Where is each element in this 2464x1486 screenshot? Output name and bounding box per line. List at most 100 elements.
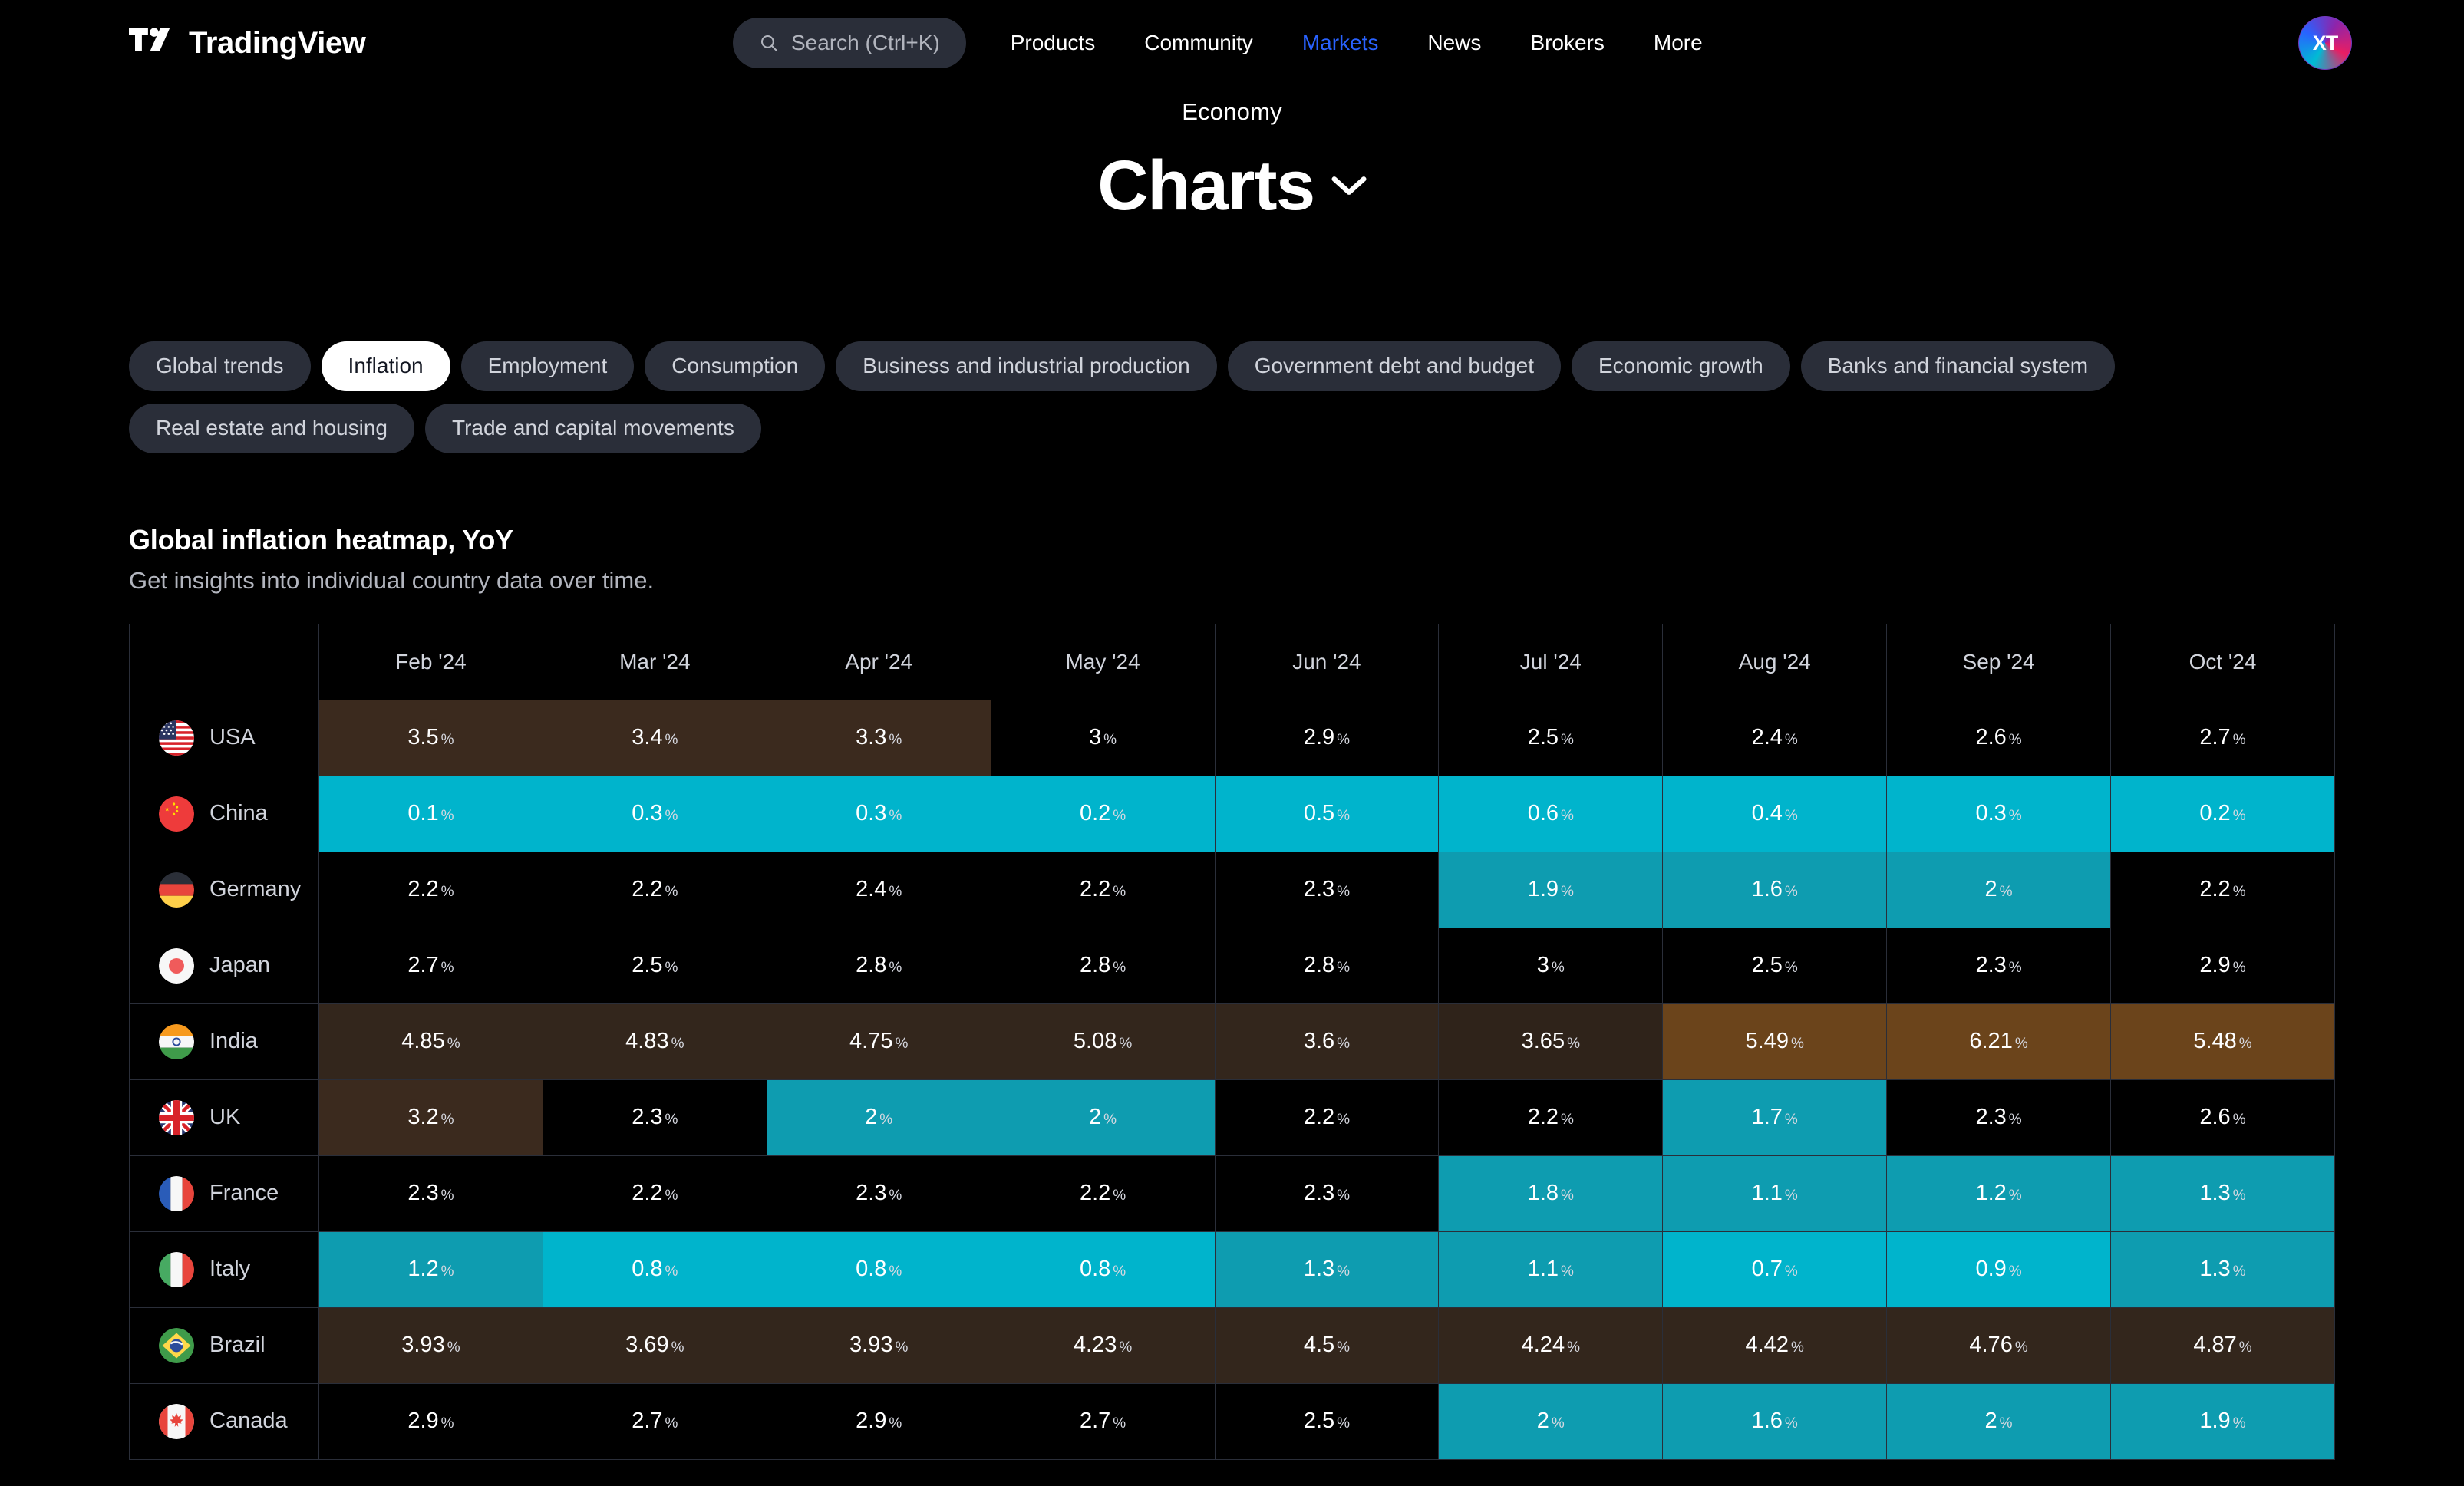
heatmap-cell[interactable]: 1.9% [2111,1383,2335,1459]
heatmap-cell[interactable]: 2.5% [1663,928,1887,1003]
heatmap-cell[interactable]: 3.6% [1215,1003,1439,1079]
heatmap-cell[interactable]: 0.1% [319,776,543,852]
heatmap-cell[interactable]: 2% [767,1079,991,1155]
page-title-dropdown[interactable]: Charts [1097,146,1366,226]
country-cell[interactable]: India [130,1003,319,1079]
heatmap-cell[interactable]: 1.3% [1215,1231,1439,1307]
heatmap-cell[interactable]: 0.2% [991,776,1215,852]
filter-pill-real-estate[interactable]: Real estate and housing [129,404,414,453]
heatmap-cell[interactable]: 2.5% [543,928,767,1003]
heatmap-cell[interactable]: 2.2% [991,1155,1215,1231]
heatmap-cell[interactable]: 1.8% [1439,1155,1663,1231]
nav-item-products[interactable]: Products [986,17,1120,69]
country-cell[interactable]: Germany [130,852,319,928]
filter-pill-trade-capital[interactable]: Trade and capital movements [425,404,761,453]
heatmap-cell[interactable]: 1.6% [1663,852,1887,928]
heatmap-cell[interactable]: 3.93% [319,1307,543,1383]
search-input[interactable]: Search (Ctrl+K) [733,18,966,68]
heatmap-cell[interactable]: 3.4% [543,700,767,776]
heatmap-cell[interactable]: 5.08% [991,1003,1215,1079]
heatmap-cell[interactable]: 0.7% [1663,1231,1887,1307]
heatmap-cell[interactable]: 2.8% [767,928,991,1003]
heatmap-cell[interactable]: 0.8% [991,1231,1215,1307]
tradingview-logo[interactable]: TradingView [129,26,365,61]
filter-pill-employment[interactable]: Employment [461,341,635,391]
heatmap-cell[interactable]: 2% [1887,1383,2111,1459]
heatmap-cell[interactable]: 2.2% [319,852,543,928]
heatmap-cell[interactable]: 3.69% [543,1307,767,1383]
heatmap-cell[interactable]: 1.7% [1663,1079,1887,1155]
heatmap-cell[interactable]: 4.23% [991,1307,1215,1383]
filter-pill-banks-financial[interactable]: Banks and financial system [1801,341,2115,391]
heatmap-cell[interactable]: 2.2% [991,852,1215,928]
heatmap-cell[interactable]: 2.3% [1887,928,2111,1003]
heatmap-cell[interactable]: 3.5% [319,700,543,776]
heatmap-cell[interactable]: 2.7% [2111,700,2335,776]
heatmap-cell[interactable]: 2% [991,1079,1215,1155]
heatmap-cell[interactable]: 2.3% [1215,852,1439,928]
heatmap-cell[interactable]: 2.7% [543,1383,767,1459]
heatmap-cell[interactable]: 4.42% [1663,1307,1887,1383]
heatmap-cell[interactable]: 2.9% [2111,928,2335,1003]
filter-pill-economic-growth[interactable]: Economic growth [1572,341,1790,391]
heatmap-cell[interactable]: 0.5% [1215,776,1439,852]
heatmap-cell[interactable]: 4.75% [767,1003,991,1079]
heatmap-cell[interactable]: 3% [1439,928,1663,1003]
nav-item-more[interactable]: More [1629,17,1727,69]
heatmap-cell[interactable]: 2.2% [2111,852,2335,928]
filter-pill-business-production[interactable]: Business and industrial production [836,341,1216,391]
heatmap-cell[interactable]: 3.3% [767,700,991,776]
country-cell[interactable]: China [130,776,319,852]
nav-item-markets[interactable]: Markets [1278,17,1404,69]
country-cell[interactable]: France [130,1155,319,1231]
heatmap-cell[interactable]: 5.49% [1663,1003,1887,1079]
user-avatar[interactable]: XT [2301,19,2349,67]
heatmap-cell[interactable]: 2.3% [1887,1079,2111,1155]
heatmap-cell[interactable]: 2% [1887,852,2111,928]
heatmap-cell[interactable]: 2.6% [2111,1079,2335,1155]
filter-pill-global-trends[interactable]: Global trends [129,341,311,391]
heatmap-cell[interactable]: 3% [991,700,1215,776]
heatmap-cell[interactable]: 2.6% [1887,700,2111,776]
nav-item-news[interactable]: News [1403,17,1506,69]
heatmap-cell[interactable]: 2.8% [1215,928,1439,1003]
country-cell[interactable]: Japan [130,928,319,1003]
heatmap-cell[interactable]: 2.2% [1215,1079,1439,1155]
heatmap-cell[interactable]: 1.2% [1887,1155,2111,1231]
country-cell[interactable]: UK [130,1079,319,1155]
heatmap-cell[interactable]: 0.8% [767,1231,991,1307]
filter-pill-consumption[interactable]: Consumption [645,341,825,391]
heatmap-cell[interactable]: 3.93% [767,1307,991,1383]
heatmap-cell[interactable]: 3.2% [319,1079,543,1155]
heatmap-cell[interactable]: 0.9% [1887,1231,2111,1307]
heatmap-cell[interactable]: 2.3% [319,1155,543,1231]
heatmap-cell[interactable]: 0.8% [543,1231,767,1307]
heatmap-cell[interactable]: 2.9% [1215,700,1439,776]
heatmap-cell[interactable]: 1.1% [1439,1231,1663,1307]
heatmap-cell[interactable]: 0.4% [1663,776,1887,852]
filter-pill-inflation[interactable]: Inflation [322,341,450,391]
heatmap-cell[interactable]: 4.24% [1439,1307,1663,1383]
heatmap-cell[interactable]: 2.4% [1663,700,1887,776]
heatmap-cell[interactable]: 0.3% [767,776,991,852]
country-cell[interactable]: USA [130,700,319,776]
heatmap-cell[interactable]: 2.2% [543,852,767,928]
heatmap-cell[interactable]: 4.85% [319,1003,543,1079]
heatmap-cell[interactable]: 2.2% [543,1155,767,1231]
heatmap-cell[interactable]: 2.5% [1439,700,1663,776]
heatmap-cell[interactable]: 4.83% [543,1003,767,1079]
filter-pill-government-debt[interactable]: Government debt and budget [1228,341,1561,391]
heatmap-cell[interactable]: 1.1% [1663,1155,1887,1231]
nav-item-brokers[interactable]: Brokers [1506,17,1628,69]
heatmap-cell[interactable]: 0.6% [1439,776,1663,852]
heatmap-cell[interactable]: 2.5% [1215,1383,1439,1459]
heatmap-cell[interactable]: 0.2% [2111,776,2335,852]
heatmap-cell[interactable]: 0.3% [543,776,767,852]
heatmap-cell[interactable]: 1.9% [1439,852,1663,928]
heatmap-cell[interactable]: 1.3% [2111,1155,2335,1231]
nav-item-community[interactable]: Community [1120,17,1278,69]
heatmap-cell[interactable]: 2.7% [991,1383,1215,1459]
heatmap-cell[interactable]: 3.65% [1439,1003,1663,1079]
heatmap-cell[interactable]: 1.6% [1663,1383,1887,1459]
heatmap-cell[interactable]: 2.3% [767,1155,991,1231]
